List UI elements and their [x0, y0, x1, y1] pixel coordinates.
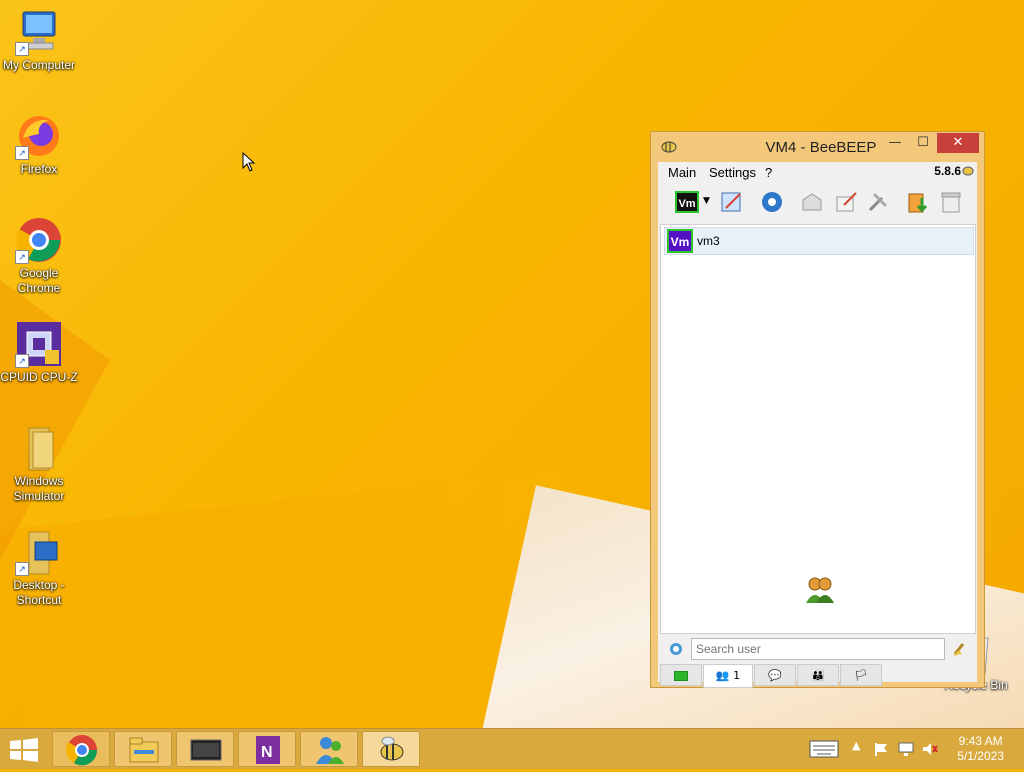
window-icon — [190, 739, 222, 761]
chats-icon: 💬 — [768, 669, 782, 682]
maximize-button[interactable]: ☐ — [909, 133, 937, 153]
tab-status[interactable] — [660, 664, 702, 686]
bee-small-icon — [962, 166, 974, 176]
menu-main[interactable]: Main — [668, 165, 696, 180]
user-list: Vm vm3 — [660, 224, 976, 634]
desktop-icon-label: Google Chrome — [17, 266, 61, 295]
clock-time: 9:43 AM — [958, 734, 1003, 748]
desktop: ↗ My Computer ↗ Firefox ↗ Google Chrome … — [0, 0, 1024, 728]
onenote-icon: N — [256, 736, 280, 764]
svg-text:N: N — [261, 744, 273, 761]
network-icon[interactable] — [760, 190, 784, 214]
minimize-button[interactable]: — — [881, 133, 909, 153]
taskbar-messenger[interactable] — [300, 731, 358, 767]
users-count: 1 — [733, 669, 741, 682]
tab-chats[interactable]: 💬 — [754, 664, 796, 686]
trash-icon[interactable] — [939, 190, 963, 214]
groups-icon: 👪 — [811, 669, 825, 682]
tools-icon[interactable] — [866, 190, 890, 214]
close-button[interactable]: ✕ — [937, 133, 979, 153]
keyboard-icon[interactable] — [809, 740, 839, 758]
menu-settings[interactable]: Settings — [709, 165, 756, 180]
desktop-icon-desktop-shortcut[interactable]: ↗ Desktop - Shortcut — [0, 528, 78, 608]
folder-icon — [15, 424, 63, 472]
desktop-icon-cpuz[interactable]: ↗ CPUID CPU-Z — [0, 320, 78, 385]
my-computer-icon: ↗ — [15, 8, 63, 56]
refresh-icon[interactable] — [668, 641, 684, 657]
users-group-icon — [806, 577, 834, 603]
desktop-icon-windows-simulator[interactable]: Windows Simulator — [0, 424, 78, 504]
tab-users[interactable]: 👥 1 — [703, 664, 753, 688]
desktop-icon-label: My Computer — [2, 58, 76, 72]
messenger-icon — [316, 737, 344, 764]
window-title: VM4 - BeeBEEP — [765, 139, 877, 156]
user-name: vm3 — [697, 234, 720, 248]
clock-date: 5/1/2023 — [957, 749, 1004, 763]
desktop-shortcut-icon: ↗ — [15, 528, 63, 576]
desktop-icon-firefox[interactable]: ↗ Firefox — [0, 112, 78, 177]
chat-icon — [673, 670, 689, 682]
desktop-icon-label: Windows Simulator — [13, 474, 65, 503]
taskbar-chrome[interactable] — [52, 731, 110, 767]
download-icon[interactable] — [906, 190, 930, 214]
share-icon: 🏳 — [854, 669, 868, 682]
tab-shares[interactable]: 🏳 — [840, 664, 882, 686]
chrome-icon — [65, 735, 98, 766]
desktop-icon-chrome[interactable]: ↗ Google Chrome — [0, 216, 78, 296]
chrome-icon: ↗ — [15, 216, 63, 264]
start-windows-icon[interactable] — [10, 738, 38, 762]
bee-app-icon — [661, 141, 677, 153]
taskbar-desktop-window[interactable] — [176, 731, 234, 767]
network-tray-icon[interactable] — [898, 741, 914, 757]
list-item[interactable]: Vm vm3 — [664, 227, 974, 255]
mouse-pointer-icon — [242, 152, 256, 172]
show-hidden-icons[interactable]: ▲ — [852, 739, 860, 752]
version-label: 5.8.6 — [934, 164, 961, 178]
beebeep-window[interactable]: VM4 - BeeBEEP — ☐ ✕ Main Settings ? 5.8.… — [650, 131, 985, 688]
message-icon[interactable] — [800, 190, 824, 214]
firefox-icon: ↗ — [15, 112, 63, 160]
search-user-input[interactable] — [691, 638, 945, 660]
window-client: Main Settings ? 5.8.6 Vm ▼ Vm vm3 Search… — [658, 162, 977, 688]
file-explorer-icon — [129, 737, 159, 763]
bee-app-icon — [380, 736, 404, 761]
clock[interactable]: 9:43 AM 5/1/2023 — [957, 734, 1004, 764]
user-avatar: Vm — [667, 229, 693, 253]
taskbar-onenote[interactable]: N — [238, 731, 296, 767]
tab-groups[interactable]: 👪 — [797, 664, 839, 686]
status-dropdown-icon[interactable]: ▼ — [703, 196, 710, 206]
menu-bar: Main Settings ? 5.8.6 — [658, 162, 977, 182]
desktop-icon-my-computer[interactable]: ↗ My Computer — [0, 8, 78, 73]
cpuz-icon: ↗ — [15, 320, 63, 368]
edit-profile-icon[interactable] — [720, 190, 744, 214]
write-icon[interactable] — [834, 190, 858, 214]
desktop-icon-label: Desktop - Shortcut — [13, 578, 65, 607]
bottom-tabs: 👥 1 💬 👪 🏳 — [660, 664, 976, 688]
action-center-flag-icon[interactable] — [874, 741, 890, 757]
taskbar-file-explorer[interactable] — [114, 731, 172, 767]
volume-muted-icon[interactable] — [922, 741, 938, 757]
my-status-badge[interactable]: Vm — [675, 191, 699, 213]
desktop-icon-label: Firefox — [20, 162, 58, 176]
taskbar-beebeep[interactable] — [362, 731, 420, 767]
clear-search-icon[interactable] — [951, 640, 969, 658]
users-tab-icon: 👥 — [715, 669, 730, 682]
toolbar: Vm ▼ — [658, 184, 977, 220]
menu-help[interactable]: ? — [765, 165, 772, 180]
title-bar[interactable]: VM4 - BeeBEEP — ☐ ✕ — [651, 132, 984, 162]
taskbar: N ▲ 9:43 AM 5/1/2023 — [0, 728, 1024, 769]
desktop-icon-label: CPUID CPU-Z — [0, 370, 78, 384]
